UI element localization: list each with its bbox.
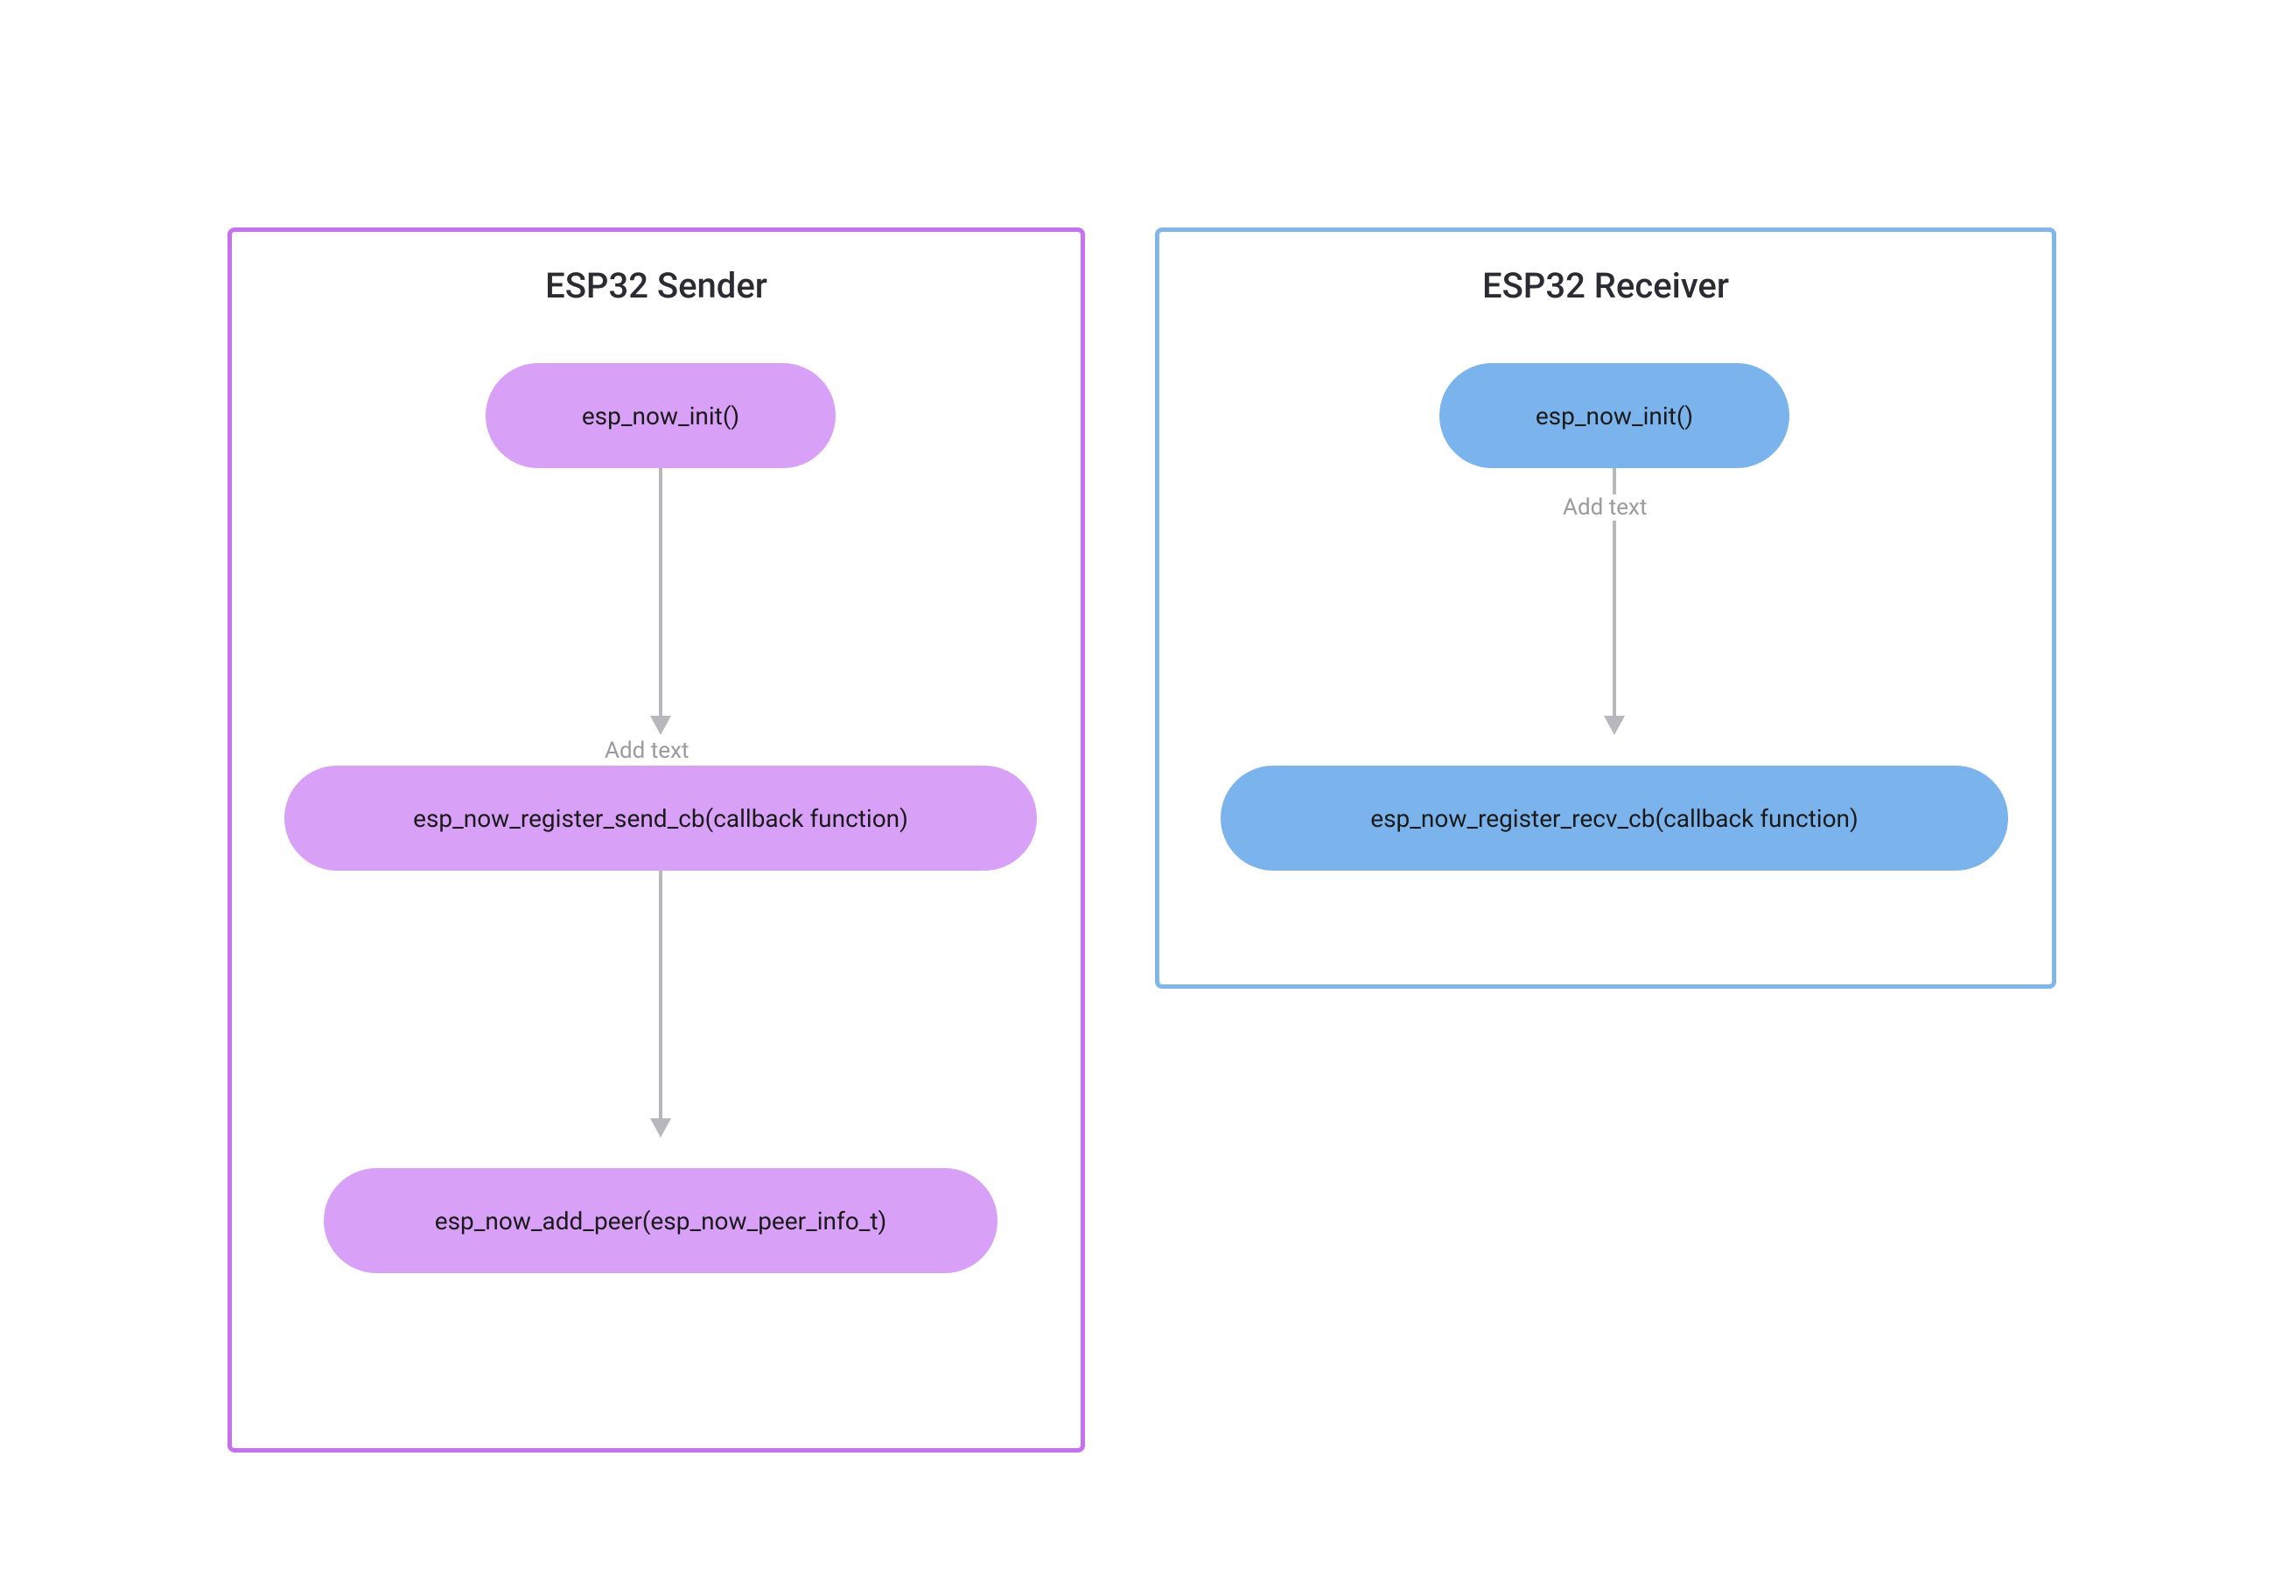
diagram-canvas: ESP32 Sender esp_now_init() Add text esp… — [228, 228, 2065, 1452]
sender-arrow-1 — [656, 468, 665, 735]
sender-title: ESP32 Sender — [232, 265, 1081, 306]
receiver-node-register[interactable]: esp_now_register_recv_cb(callback functi… — [1221, 766, 2008, 871]
sender-node-register-label: esp_now_register_send_cb(callback functi… — [413, 804, 908, 833]
receiver-arrow-1-label[interactable]: Add text — [1558, 494, 1652, 521]
sender-group[interactable]: ESP32 Sender esp_now_init() Add text esp… — [228, 228, 1085, 1452]
receiver-node-init-label: esp_now_init() — [1536, 402, 1693, 430]
receiver-node-register-label: esp_now_register_recv_cb(callback functi… — [1370, 804, 1858, 833]
sender-node-init[interactable]: esp_now_init() — [486, 363, 836, 468]
sender-node-init-label: esp_now_init() — [582, 402, 739, 430]
sender-arrow-2 — [656, 871, 665, 1138]
sender-node-register[interactable]: esp_now_register_send_cb(callback functi… — [284, 766, 1037, 871]
receiver-title: ESP32 Receiver — [1159, 265, 2052, 306]
sender-node-addpeer[interactable]: esp_now_add_peer(esp_now_peer_info_t) — [324, 1168, 998, 1273]
receiver-node-init[interactable]: esp_now_init() — [1439, 363, 1789, 468]
sender-node-addpeer-label: esp_now_add_peer(esp_now_peer_info_t) — [435, 1207, 887, 1236]
sender-arrow-1-label[interactable]: Add text — [599, 738, 694, 764]
receiver-group[interactable]: ESP32 Receiver esp_now_init() Add text e… — [1155, 228, 2056, 989]
